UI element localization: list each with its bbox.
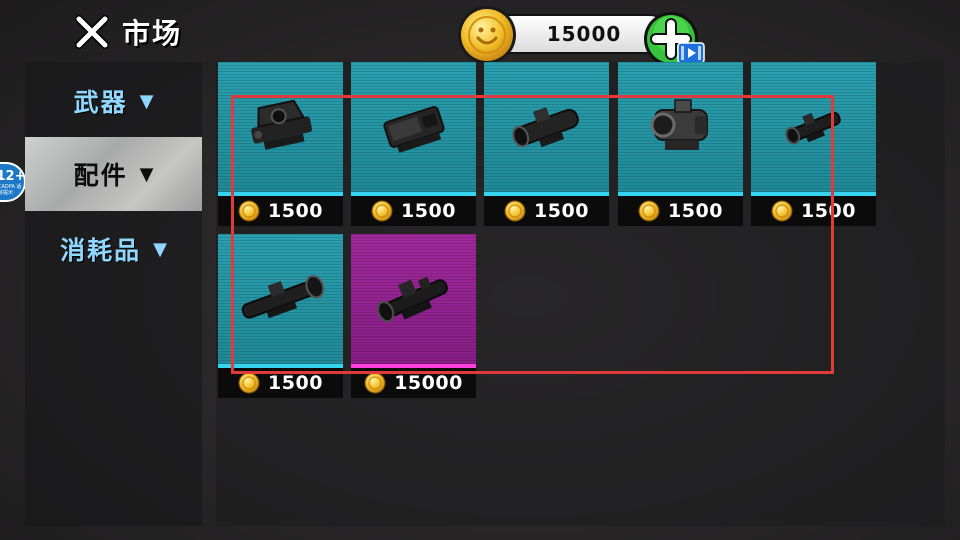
- chevron-down-icon: ▼: [153, 238, 167, 260]
- price-value: 1500: [668, 200, 723, 222]
- item-card-compact-scope[interactable]: 1500: [484, 62, 609, 226]
- holographic-sight-icon: [382, 106, 445, 153]
- coin-balance: 15000: [546, 22, 622, 46]
- chevron-down-icon: ▼: [139, 163, 154, 185]
- red-dot-sight-icon: [250, 99, 312, 150]
- category-sidebar: 武器 ▼ 配件 ▼ 消耗品 ▼: [25, 62, 202, 526]
- age-rating-badge: 12+ CADPA 适龄提示: [0, 162, 26, 202]
- item-image: [218, 62, 343, 196]
- item-price: 1500: [218, 368, 343, 398]
- item-price: 1500: [618, 196, 743, 226]
- item-image: [351, 234, 476, 368]
- item-card-long-rifle-scope[interactable]: 1500: [218, 234, 343, 398]
- sidebar-item-attachments[interactable]: 配件 ▼: [25, 137, 202, 211]
- item-image: [484, 62, 609, 196]
- chevron-down-icon: ▼: [139, 90, 154, 112]
- close-button[interactable]: [74, 14, 110, 50]
- item-image: [218, 234, 343, 368]
- item-price: 1500: [484, 196, 609, 226]
- price-value: 1500: [801, 200, 856, 222]
- close-x-icon: [75, 15, 109, 49]
- age-rating-note: CADPA 适龄提示: [0, 183, 22, 196]
- age-rating: 12+: [0, 168, 26, 184]
- short-rifle-scope-icon: [784, 111, 841, 145]
- item-image: [618, 62, 743, 196]
- gold-coin-icon: [238, 372, 260, 394]
- gold-coin-icon: [504, 200, 526, 222]
- price-value: 15000: [394, 372, 463, 394]
- item-card-tactical-scope[interactable]: 15000: [351, 234, 476, 398]
- price-value: 1500: [401, 200, 456, 222]
- tactical-scope-icon: [376, 276, 448, 323]
- gold-coin-icon: [771, 200, 793, 222]
- item-card-red-dot-sight[interactable]: 1500: [218, 62, 343, 226]
- gold-coin-icon: [371, 200, 393, 222]
- header: 市场 15000: [0, 0, 960, 66]
- item-card-holographic-sight[interactable]: 1500: [351, 62, 476, 226]
- item-image: [751, 62, 876, 196]
- price-value: 1500: [534, 200, 589, 222]
- item-price: 1500: [751, 196, 876, 226]
- gold-coin-icon: [364, 372, 386, 394]
- gold-coin-icon: [458, 6, 516, 64]
- acog-scope-icon: [650, 99, 708, 150]
- video-ad-icon: [677, 42, 705, 64]
- long-rifle-scope-icon: [241, 274, 324, 319]
- sidebar-item-label: 武器: [73, 88, 128, 117]
- gold-coin-icon: [638, 200, 660, 222]
- item-card-acog-scope[interactable]: 1500: [618, 62, 743, 226]
- sidebar-item-consumables[interactable]: 消耗品 ▼: [25, 212, 202, 286]
- price-value: 1500: [268, 200, 323, 222]
- item-price: 1500: [351, 196, 476, 226]
- currency-display: 15000: [456, 4, 706, 66]
- item-price: 15000: [351, 368, 476, 398]
- item-image: [351, 62, 476, 196]
- page-title: 市场: [122, 17, 183, 50]
- compact-scope-icon: [511, 107, 579, 148]
- price-value: 1500: [268, 372, 323, 394]
- sidebar-item-label: 配件: [73, 161, 128, 190]
- item-card-short-rifle-scope[interactable]: 1500: [751, 62, 876, 226]
- gold-coin-icon: [238, 200, 260, 222]
- item-price: 1500: [218, 196, 343, 226]
- sidebar-item-weapons[interactable]: 武器 ▼: [25, 64, 202, 138]
- sidebar-item-label: 消耗品: [60, 236, 142, 265]
